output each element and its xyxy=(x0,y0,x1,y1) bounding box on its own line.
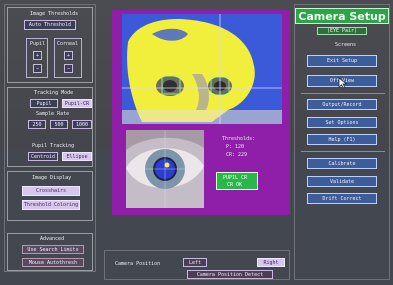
output-record-button[interactable]: Output/Record xyxy=(307,99,377,110)
right-control-panel: Camera Setup (EYE Pair) Screens Exit Set… xyxy=(294,4,390,280)
right-divider-1 xyxy=(301,93,385,94)
screens-heading: Screens xyxy=(335,42,357,48)
auto-threshold-button[interactable]: Auto Threshold xyxy=(24,20,76,30)
camera-position-left-button[interactable]: Left xyxy=(183,258,207,267)
sample-rate-heading: Sample Rate xyxy=(36,111,70,117)
tracking-mode-pupil-button[interactable]: Pupil xyxy=(30,99,58,108)
pupil-tracking-heading: Pupil Tracking xyxy=(32,143,75,149)
sample-rate-500-button[interactable]: 500 xyxy=(50,120,68,129)
advanced-heading: Advanced xyxy=(40,236,65,242)
camera-setup-subtitle: (EYE Pair) xyxy=(317,27,367,35)
crosshairs-button[interactable]: Crosshairs xyxy=(22,186,80,196)
corneal-threshold-box: Corneal + − xyxy=(54,38,82,78)
eye-threshold-image xyxy=(126,130,204,208)
pupil-threshold-label: Pupil xyxy=(30,41,46,47)
sample-rate-250-button[interactable]: 250 xyxy=(28,120,46,129)
exit-setup-button[interactable]: Exit Setup xyxy=(307,55,377,67)
image-display-heading: Image Display xyxy=(32,175,72,181)
camera-setup-title: Camera Setup xyxy=(298,10,386,23)
pupil-tracking-centroid-button[interactable]: Centroid xyxy=(28,152,58,161)
pupil-threshold-down-button[interactable]: − xyxy=(33,64,42,73)
thresholds-heading: Image Thresholds xyxy=(30,11,79,17)
camera-position-right-button[interactable]: Right xyxy=(257,258,285,267)
threshold-readout-label: Thresholds: xyxy=(222,136,256,142)
set-options-button[interactable]: Set Options xyxy=(307,117,377,128)
mouse-autothresh-button[interactable]: Mouse Autothresh xyxy=(22,258,84,267)
corneal-threshold-up-button[interactable]: + xyxy=(64,51,73,60)
drift-correct-button[interactable]: Drift Correct xyxy=(307,193,377,204)
calibrate-button[interactable]: Calibrate xyxy=(307,158,377,169)
advanced-group: Advanced Use Search Limits Mouse Autothr… xyxy=(7,233,93,271)
use-search-limits-button[interactable]: Use Search Limits xyxy=(22,245,84,254)
pupil-threshold-box: Pupil + − xyxy=(26,38,48,78)
validate-button[interactable]: Validate xyxy=(307,176,377,187)
pupil-tracking-ellipse-button[interactable]: Ellipse xyxy=(62,152,92,161)
tracking-mode-heading: Tracking Mode xyxy=(34,90,74,96)
head-camera-image[interactable] xyxy=(122,14,282,124)
camera-position-label: Camera Position xyxy=(115,261,161,267)
threshold-coloring-button[interactable]: Threshold Coloring xyxy=(22,200,80,210)
mouse-cursor-icon xyxy=(338,77,348,89)
help-button[interactable]: Help (F1) xyxy=(307,134,377,145)
camera-position-bar: Camera Position Left Right Camera Positi… xyxy=(104,250,290,280)
tracking-mode-pupil-cr-button[interactable]: Pupil-CR xyxy=(62,99,92,108)
pupil-threshold-up-button[interactable]: + xyxy=(33,51,42,60)
corneal-threshold-label: Corneal xyxy=(57,41,79,47)
right-divider-2 xyxy=(301,151,385,152)
camera-view-panel: Thresholds: P: 120 CR: 229 PUPIL CR CR O… xyxy=(112,10,290,215)
tracking-status-line1: PUPIL CR xyxy=(223,175,248,181)
corneal-threshold-down-button[interactable]: − xyxy=(64,64,73,73)
thresholds-group: Image Thresholds Auto Threshold Pupil + … xyxy=(7,7,93,83)
tracking-group: Tracking Mode Pupil Pupil-CR Sample Rate… xyxy=(7,87,93,167)
tracking-status-line2: CR OK xyxy=(227,182,243,188)
threshold-readout-pupil: P: 120 xyxy=(226,144,245,150)
head-threshold-image xyxy=(122,14,282,124)
sample-rate-1000-button[interactable]: 1000 xyxy=(72,120,92,129)
left-control-panel: Image Thresholds Auto Threshold Pupil + … xyxy=(4,4,96,272)
image-display-group: Image Display Crosshairs Threshold Color… xyxy=(7,171,93,221)
threshold-readout-cr: CR: 229 xyxy=(226,152,248,158)
tracking-status-badge: PUPIL CR CR OK xyxy=(216,172,258,190)
camera-setup-title-box: Camera Setup xyxy=(295,8,389,24)
eye-camera-image[interactable] xyxy=(126,130,204,208)
camera-position-detect-button[interactable]: Camera Position Detect xyxy=(187,270,273,279)
